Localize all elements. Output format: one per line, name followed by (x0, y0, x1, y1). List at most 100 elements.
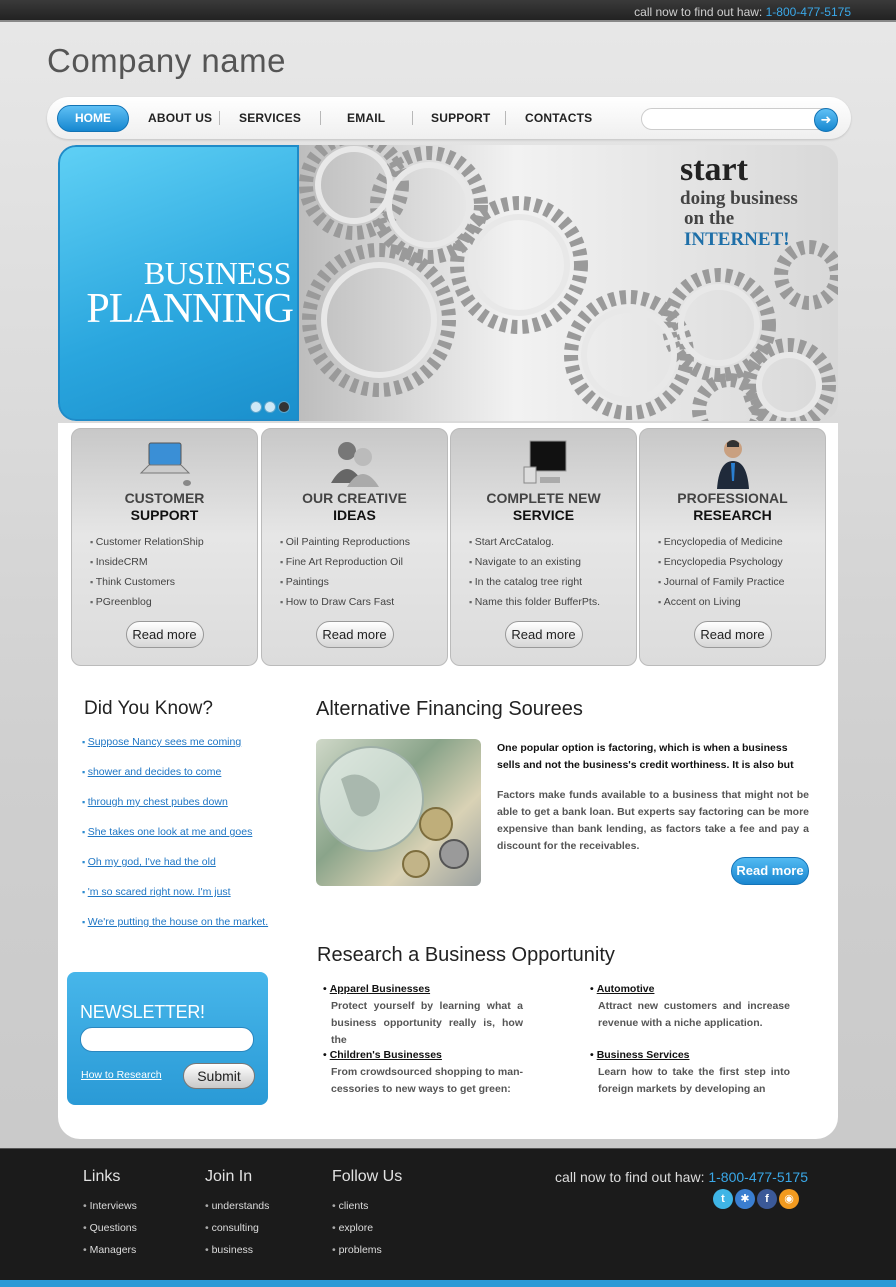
newsletter-title: NEWSLETTER! (80, 1002, 205, 1022)
opportunity-heading-link[interactable]: Business Services (590, 1049, 790, 1061)
feature-title: COMPLETE NEW (486, 490, 601, 506)
nav-about-us[interactable]: ABOUT US (148, 111, 212, 125)
social-icons: t ✱ f ◉ (713, 1189, 801, 1209)
newsletter-email-input[interactable] (80, 1027, 254, 1052)
read-more-button[interactable]: Read more (731, 857, 809, 885)
nav-email[interactable]: EMAIL (347, 111, 385, 125)
opportunity-item: Business Services Learn how to take the … (590, 1049, 790, 1098)
did-you-know-list: Suppose Nancy sees me coming shower and … (82, 736, 268, 946)
list-item[interactable]: Oil Painting Reproductions (280, 536, 410, 556)
monitor-icon (451, 437, 636, 491)
did-you-know-link[interactable]: Suppose Nancy sees me coming (88, 736, 242, 748)
footer-column-title: Follow Us (332, 1168, 403, 1185)
how-to-research-link[interactable]: How to Research (81, 1069, 162, 1081)
rss-icon[interactable]: ◉ (779, 1189, 799, 1209)
read-more-button[interactable]: Read more (504, 621, 583, 648)
list-item: 'm so scared right now. I'm just (82, 886, 268, 916)
banner-left-panel: BUSINESS PLANNING (58, 145, 299, 421)
nav-separator (412, 111, 413, 125)
list-item[interactable]: Encyclopedia Psychology (658, 556, 785, 576)
search-input[interactable] (641, 108, 837, 130)
feature-title: PROFESSIONAL (677, 490, 788, 506)
search-submit-button[interactable]: ➜ (814, 108, 838, 132)
newsletter-submit-button[interactable]: Submit (183, 1063, 255, 1089)
footer-links-column: Links Interviews Questions Managers (83, 1168, 137, 1266)
feature-subtitle: IDEAS (333, 507, 376, 523)
footer-column-title: Join In (205, 1168, 253, 1185)
list-item[interactable]: Accent on Living (658, 596, 785, 616)
footer-follow-column: Follow Us clients explore problems (332, 1168, 402, 1266)
list-item: We're putting the house on the market. (82, 916, 268, 946)
footer-join-column: Join In understands consulting business (205, 1168, 269, 1266)
top-bar: call now to find out haw: 1-800-477-5175 (0, 0, 896, 22)
list-item[interactable]: In the catalog tree right (469, 576, 600, 596)
hero-banner: BUSINESS PLANNING start doing business o… (58, 145, 838, 421)
list-item[interactable]: Name this folder BufferPts. (469, 596, 600, 616)
nav-services[interactable]: SERVICES (239, 111, 301, 125)
list-item[interactable]: Start ArcCatalog. (469, 536, 600, 556)
top-phone-number[interactable]: 1-800-477-5175 (766, 5, 851, 19)
footer-column-title: Links (83, 1168, 121, 1185)
arrow-right-icon: ➜ (820, 112, 832, 127)
footer-link[interactable]: explore (332, 1222, 402, 1244)
opportunity-heading-link[interactable]: Automotive (590, 983, 790, 995)
list-item[interactable]: Think Customers (90, 576, 204, 596)
did-you-know-link[interactable]: through my chest pubes down (88, 796, 228, 808)
slider-dots (250, 400, 292, 418)
footer-link[interactable]: business (205, 1244, 269, 1266)
did-you-know-link[interactable]: shower and decides to come (88, 766, 222, 778)
main-navigation: HOME ABOUT US SERVICES EMAIL SUPPORT CON… (47, 97, 851, 139)
feature-list: Encyclopedia of Medicine Encyclopedia Ps… (658, 536, 785, 616)
list-item[interactable]: Journal of Family Practice (658, 576, 785, 596)
list-item[interactable]: Customer RelationShip (90, 536, 204, 556)
read-more-button[interactable]: Read more (315, 621, 394, 648)
list-item[interactable]: How to Draw Cars Fast (280, 596, 410, 616)
nav-separator (505, 111, 506, 125)
slider-dot-1[interactable] (250, 401, 262, 413)
nav-contacts[interactable]: CONTACTS (525, 111, 592, 125)
footer-accent-bar (0, 1280, 896, 1287)
footer-link[interactable]: understands (205, 1200, 270, 1222)
footer-link[interactable]: problems (332, 1244, 402, 1266)
alt-financing-intro: One popular option is factoring, which i… (497, 742, 794, 771)
footer-link[interactable]: consulting (205, 1222, 269, 1244)
feature-customer-support: CUSTOMER SUPPORT Customer RelationShip I… (71, 428, 258, 666)
company-name-logo[interactable]: Company name (47, 42, 286, 80)
users-icon (262, 437, 447, 491)
slider-dot-2[interactable] (264, 401, 276, 413)
list-item[interactable]: InsideCRM (90, 556, 204, 576)
feature-new-service: COMPLETE NEW SERVICE Start ArcCatalog. N… (450, 428, 637, 666)
opportunity-heading-link[interactable]: Apparel Businesses (323, 983, 523, 995)
list-item: through my chest pubes down (82, 796, 268, 826)
did-you-know-link[interactable]: Oh my god, I've had the old (88, 856, 216, 868)
list-item[interactable]: Navigate to an existing (469, 556, 600, 576)
list-item[interactable]: Fine Art Reproduction Oil (280, 556, 410, 576)
did-you-know-link[interactable]: We're putting the house on the market. (88, 916, 268, 928)
globe-money-image (316, 739, 481, 886)
opportunity-heading-link[interactable]: Children's Businesses (323, 1049, 523, 1061)
twitter-icon[interactable]: t (713, 1189, 733, 1209)
list-item: Suppose Nancy sees me coming (82, 736, 268, 766)
read-more-button[interactable]: Read more (125, 621, 204, 648)
did-you-know-link[interactable]: 'm so scared right now. I'm just (88, 886, 231, 898)
list-item[interactable]: Paintings (280, 576, 410, 596)
opportunity-description: From crowdsourced shopping to man-cessor… (331, 1066, 523, 1095)
list-item[interactable]: PGreenblog (90, 596, 204, 616)
alt-financing-body: Factors make funds available to a busine… (497, 789, 809, 852)
facebook-icon[interactable]: f (757, 1189, 777, 1209)
feature-subtitle: SUPPORT (130, 507, 199, 523)
nav-support[interactable]: SUPPORT (431, 111, 490, 125)
footer-link[interactable]: clients (332, 1200, 402, 1222)
footer-link[interactable]: Questions (83, 1222, 137, 1244)
footer-phone-number[interactable]: 1-800-477-5175 (708, 1169, 808, 1185)
list-item[interactable]: Encyclopedia of Medicine (658, 536, 785, 556)
opportunity-description: Learn how to take the first step into fo… (598, 1066, 790, 1095)
read-more-button[interactable]: Read more (693, 621, 772, 648)
feature-list: Oil Painting Reproductions Fine Art Repr… (280, 536, 410, 616)
did-you-know-link[interactable]: She takes one look at me and goes (88, 826, 253, 838)
delicious-icon[interactable]: ✱ (735, 1189, 755, 1209)
nav-home-button[interactable]: HOME (57, 105, 129, 132)
footer-link[interactable]: Managers (83, 1244, 137, 1266)
slider-dot-3[interactable] (278, 401, 290, 413)
footer-link[interactable]: Interviews (83, 1200, 137, 1222)
